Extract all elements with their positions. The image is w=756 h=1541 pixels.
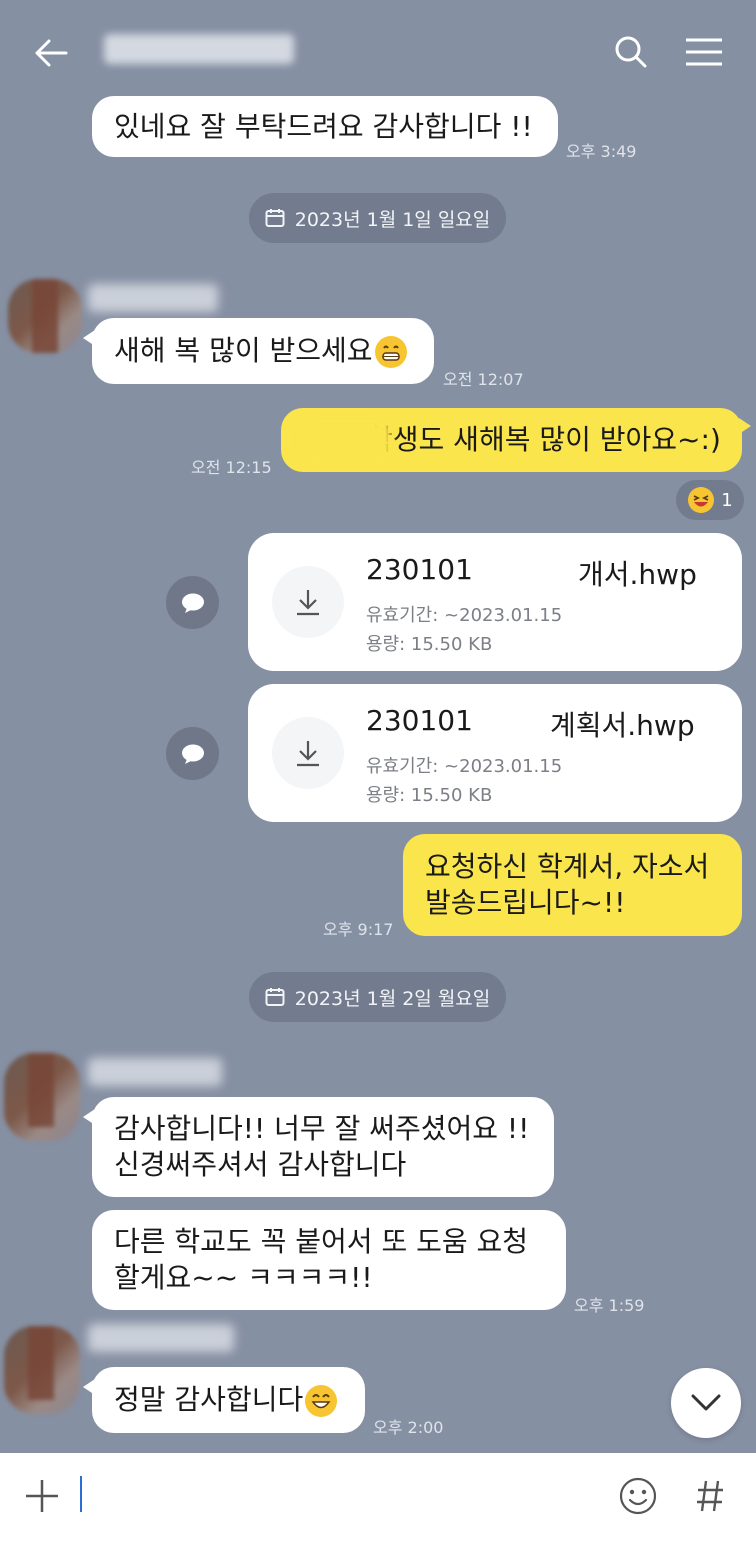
sender-name [88, 284, 218, 312]
menu-icon [686, 38, 722, 66]
plus-icon [26, 1480, 58, 1512]
calendar-icon [265, 988, 285, 1006]
file-name: 230101 [366, 553, 473, 586]
search-button[interactable] [607, 28, 655, 76]
message-time: 오후 1:59 [574, 1296, 645, 1315]
emoji-button[interactable] [614, 1472, 662, 1520]
blurred-filename [476, 706, 556, 740]
message-text: 정말 감사합니다 [114, 1382, 343, 1418]
grinning-emoji-icon [374, 336, 407, 368]
message-bubble[interactable]: 있네요 잘 부탁드려요 감사합니다 !! [92, 96, 558, 157]
calendar-icon [265, 209, 285, 227]
message-line: 신경써주셔서 감사합니다 [114, 1148, 407, 1181]
message-bubble[interactable]: 새해 복 많이 받으세요 [83, 318, 434, 384]
avatar[interactable] [8, 279, 82, 353]
message-line: 할게요~~ ㅋㅋㅋㅋ!! [114, 1261, 373, 1294]
file-size: 용량: 15.50 KB [366, 634, 493, 655]
date-text: 2023년 1월 2일 월요일 [294, 987, 491, 1010]
laughing-emoji-icon [688, 487, 715, 513]
message-bubble[interactable]: 다른 학교도 꼭 붙어서 또 도움 요청 할게요~~ ㅋㅋㅋㅋ!! [92, 1210, 566, 1310]
file-name-end: 개서.hwp [578, 558, 697, 591]
file-name: 230101 [366, 704, 473, 737]
avatar[interactable] [4, 1326, 80, 1414]
message-bubble[interactable]: 요청하신 학계서, 자소서 발송드립니다~!! [403, 834, 742, 936]
message-text: 새해 복 많이 받으세요 [114, 333, 412, 369]
file-attachment[interactable]: 230101 계획서.hwp 유효기간: ~2023.01.15 용량: 15.… [248, 684, 742, 822]
chat-title [104, 30, 294, 70]
attach-button[interactable] [18, 1472, 66, 1520]
message-time: 오후 3:49 [566, 142, 637, 161]
message-time: 오전 12:07 [443, 370, 524, 389]
file-attachment[interactable]: 230101 개서.hwp 유효기간: ~2023.01.15 용량: 15.5… [248, 533, 742, 671]
hashtag-button[interactable] [686, 1472, 734, 1520]
sender-name [88, 1324, 234, 1352]
message-text: 있네요 잘 부탁드려요 감사합니다 !! [114, 109, 533, 143]
date-divider: 2023년 1월 1일 일요일 [249, 193, 506, 243]
message-time: 오후 2:00 [373, 1418, 444, 1437]
date-text: 2023년 1월 1일 일요일 [294, 208, 491, 231]
download-button[interactable] [272, 717, 344, 789]
date-divider: 2023년 1월 2일 월요일 [249, 972, 506, 1022]
message-line: 감사합니다!! 너무 잘 써주셨어요 !! [114, 1112, 530, 1145]
message-line: 다른 학교도 꼭 붙어서 또 도움 요청 [114, 1225, 529, 1258]
speech-bubble-icon [181, 593, 204, 613]
download-icon [297, 741, 319, 767]
smiling-emoji-icon [305, 1385, 338, 1417]
message-bubble[interactable]: 정말 감사합니다 [83, 1367, 365, 1433]
message-time: 오전 12:15 [191, 458, 272, 477]
message-bubble[interactable]: 감사합니다!! 너무 잘 써주셨어요 !! 신경써주셔서 감사합니다 [83, 1097, 554, 1197]
text-caret [80, 1476, 82, 1512]
speech-bubble-icon [181, 744, 204, 764]
share-button[interactable] [166, 576, 219, 629]
scroll-to-bottom-button[interactable] [671, 1368, 741, 1438]
hashtag-icon [697, 1480, 723, 1512]
arrow-left-icon [35, 39, 68, 67]
emoji-icon [619, 1477, 657, 1515]
blurred-name [300, 420, 392, 464]
chevron-down-icon [691, 1394, 721, 1411]
blurred-title [104, 34, 294, 64]
file-expiry: 유효기간: ~2023.01.15 [366, 605, 563, 626]
file-expiry: 유효기간: ~2023.01.15 [366, 756, 563, 777]
share-button[interactable] [166, 727, 219, 780]
avatar[interactable] [4, 1053, 80, 1141]
message-text: 학생도 새해복 많이 받아요~:) [367, 423, 721, 456]
message-line: 요청하신 학계서, 자소서 [425, 850, 710, 883]
search-icon [615, 36, 647, 68]
file-name-end: 계획서.hwp [550, 709, 695, 742]
sender-name [88, 1058, 222, 1086]
message-input[interactable] [80, 1468, 590, 1520]
message-line: 발송드립니다~!! [425, 886, 626, 919]
download-icon [297, 590, 319, 616]
message-time: 오후 9:17 [323, 920, 394, 939]
back-button[interactable] [28, 30, 74, 76]
download-button[interactable] [272, 566, 344, 638]
reaction-count: 1 [721, 489, 733, 511]
file-size: 용량: 15.50 KB [366, 785, 493, 806]
reaction-badge[interactable]: 1 [676, 480, 744, 520]
menu-button[interactable] [680, 28, 728, 76]
